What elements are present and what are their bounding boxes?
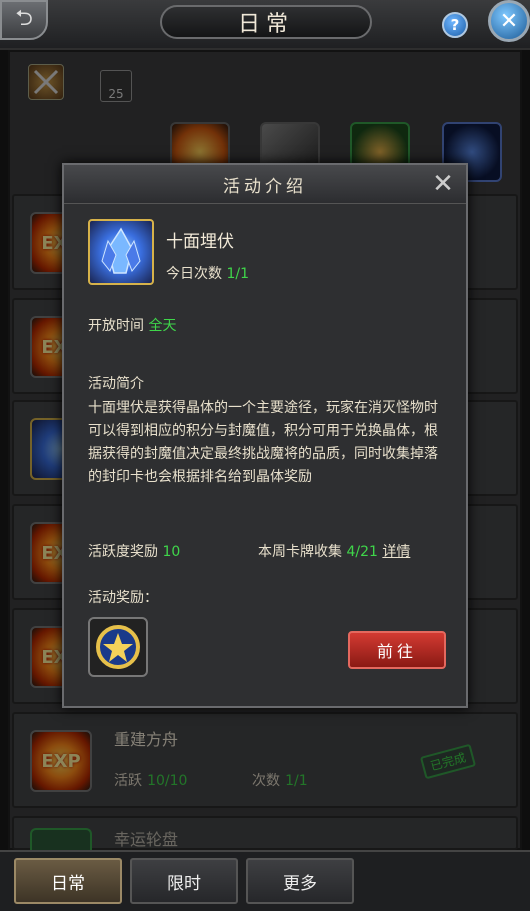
bottom-tabs: 日常 限时 更多: [0, 850, 530, 911]
tab-daily[interactable]: 日常: [14, 858, 122, 904]
intro-heading: 活动简介: [88, 376, 144, 392]
crystal-icon: [88, 219, 154, 285]
back-arrow-icon: ⮌: [15, 6, 33, 31]
reward-heading: 活动奖励：: [88, 590, 158, 606]
daily-count: 今日次数 1/1: [166, 263, 249, 283]
star-medal-icon[interactable]: [88, 617, 148, 677]
page-title: 日常: [160, 5, 372, 39]
active-reward: 活跃度奖励 10: [88, 541, 180, 561]
weekly-label: 本周卡牌收集: [258, 544, 342, 560]
back-button[interactable]: ⮌: [0, 0, 48, 40]
active-reward-value: 10: [162, 544, 181, 560]
dialog-title: 活动介绍: [64, 165, 466, 204]
intro-text: 十面埋伏是获得晶体的一个主要途径，玩家在消灭怪物时可以得到相应的积分与封魔值，积…: [88, 400, 438, 485]
close-window-button[interactable]: ✕: [488, 0, 530, 42]
weekly-value: 4/21: [346, 544, 378, 560]
activity-intro-dialog: 活动介绍 ✕ 十面埋伏 今日次数 1/1 开放时间 全天 活动简介 十面埋伏是获…: [62, 163, 468, 708]
go-button[interactable]: 前往: [348, 631, 446, 669]
open-value: 全天: [148, 318, 177, 334]
open-time: 开放时间 全天: [88, 315, 176, 335]
detail-link[interactable]: 详情: [382, 544, 410, 560]
open-label: 开放时间: [88, 318, 144, 334]
close-icon: ✕: [499, 8, 519, 34]
daily-label: 今日次数: [166, 266, 222, 282]
close-icon[interactable]: ✕: [428, 169, 458, 199]
top-bar: ⮌ 日常 ? ✕: [0, 0, 530, 50]
activity-name: 十面埋伏: [166, 232, 234, 252]
tab-more[interactable]: 更多: [246, 858, 354, 904]
daily-value: 1/1: [226, 266, 249, 282]
active-reward-label: 活跃度奖励: [88, 544, 158, 560]
weekly-collection: 本周卡牌收集 4/21 详情: [258, 541, 410, 561]
help-icon[interactable]: ?: [442, 12, 468, 38]
tab-limited[interactable]: 限时: [130, 858, 238, 904]
